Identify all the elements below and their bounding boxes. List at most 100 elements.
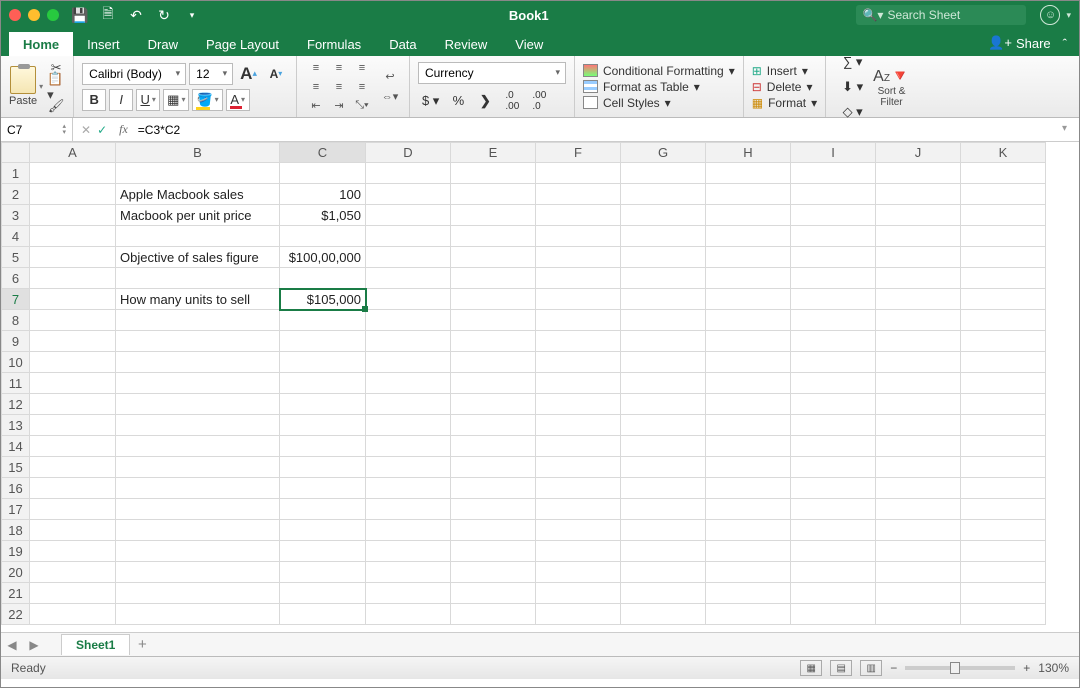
cell-H12[interactable] [706, 394, 791, 415]
cell-A14[interactable] [30, 436, 116, 457]
cell-I7[interactable] [791, 289, 876, 310]
cell-K14[interactable] [961, 436, 1046, 457]
cell-C9[interactable] [280, 331, 366, 352]
tab-home[interactable]: Home [9, 32, 73, 56]
cell-F6[interactable] [536, 268, 621, 289]
cell-K11[interactable] [961, 373, 1046, 394]
row-header-20[interactable]: 20 [2, 562, 30, 583]
row-header-18[interactable]: 18 [2, 520, 30, 541]
clear-button[interactable]: ◇ ▾ [838, 101, 867, 123]
cell-K19[interactable] [961, 541, 1046, 562]
cell-F1[interactable] [536, 163, 621, 184]
cell-C4[interactable] [280, 226, 366, 247]
cell-D16[interactable] [366, 478, 451, 499]
cell-E19[interactable] [451, 541, 536, 562]
cell-K16[interactable] [961, 478, 1046, 499]
cell-A12[interactable] [30, 394, 116, 415]
cell-I17[interactable] [791, 499, 876, 520]
cell-F21[interactable] [536, 583, 621, 604]
cell-E10[interactable] [451, 352, 536, 373]
cell-J14[interactable] [876, 436, 961, 457]
cell-D13[interactable] [366, 415, 451, 436]
cell-K4[interactable] [961, 226, 1046, 247]
cell-F2[interactable] [536, 184, 621, 205]
cell-B6[interactable] [116, 268, 280, 289]
cell-C20[interactable] [280, 562, 366, 583]
cell-H7[interactable] [706, 289, 791, 310]
share-button[interactable]: 👤+ Share ˆ [976, 30, 1079, 56]
page-break-view-button[interactable]: ▥ [860, 660, 882, 676]
cell-A21[interactable] [30, 583, 116, 604]
cell-K15[interactable] [961, 457, 1046, 478]
cell-A18[interactable] [30, 520, 116, 541]
cell-C5[interactable]: $100,00,000 [280, 247, 366, 268]
spreadsheet-grid[interactable]: ABCDEFGHIJK12Apple Macbook sales1003Macb… [1, 142, 1079, 632]
row-header-5[interactable]: 5 [2, 247, 30, 268]
cell-F17[interactable] [536, 499, 621, 520]
font-color-button[interactable]: A [226, 89, 250, 111]
cell-D14[interactable] [366, 436, 451, 457]
cell-E13[interactable] [451, 415, 536, 436]
cell-K6[interactable] [961, 268, 1046, 289]
tab-page-layout[interactable]: Page Layout [192, 32, 293, 56]
cell-H21[interactable] [706, 583, 791, 604]
cell-I15[interactable] [791, 457, 876, 478]
cell-H11[interactable] [706, 373, 791, 394]
tab-view[interactable]: View [501, 32, 557, 56]
align-middle-button[interactable]: ≡ [328, 59, 350, 76]
cell-F10[interactable] [536, 352, 621, 373]
cell-D1[interactable] [366, 163, 451, 184]
cell-I9[interactable] [791, 331, 876, 352]
col-header-A[interactable]: A [30, 143, 116, 163]
autosum-button[interactable]: ∑ ▾ [838, 51, 867, 73]
cell-E8[interactable] [451, 310, 536, 331]
cell-A10[interactable] [30, 352, 116, 373]
cell-K10[interactable] [961, 352, 1046, 373]
cell-styles-button[interactable]: Cell Styles ▾ [583, 96, 735, 110]
cell-B15[interactable] [116, 457, 280, 478]
name-box[interactable]: C7 ▴▾ [1, 118, 73, 141]
add-sheet-button[interactable]: + [130, 636, 154, 653]
orientation-button[interactable]: ⤡▾ [351, 97, 373, 114]
row-header-12[interactable]: 12 [2, 394, 30, 415]
wrap-text-button[interactable]: ↩ [379, 68, 401, 85]
cell-B20[interactable] [116, 562, 280, 583]
col-header-J[interactable]: J [876, 143, 961, 163]
cell-C22[interactable] [280, 604, 366, 625]
row-header-14[interactable]: 14 [2, 436, 30, 457]
cell-C19[interactable] [280, 541, 366, 562]
cell-H20[interactable] [706, 562, 791, 583]
cell-J22[interactable] [876, 604, 961, 625]
cell-H16[interactable] [706, 478, 791, 499]
cell-H13[interactable] [706, 415, 791, 436]
underline-button[interactable]: U [136, 89, 160, 111]
cell-I5[interactable] [791, 247, 876, 268]
col-header-C[interactable]: C [280, 143, 366, 163]
cell-A9[interactable] [30, 331, 116, 352]
cell-C10[interactable] [280, 352, 366, 373]
col-header-F[interactable]: F [536, 143, 621, 163]
cell-E15[interactable] [451, 457, 536, 478]
cell-A5[interactable] [30, 247, 116, 268]
cell-E6[interactable] [451, 268, 536, 289]
copy-icon[interactable]: 📋▾ [47, 79, 65, 95]
paste-button[interactable]: Paste [9, 66, 37, 107]
cell-G12[interactable] [621, 394, 706, 415]
formula-input[interactable]: =C3*C2 ▾ [132, 123, 1079, 137]
fill-color-button[interactable]: 🪣 [192, 89, 222, 111]
save-alt-icon[interactable]: 🗎 [99, 6, 117, 24]
cell-D3[interactable] [366, 205, 451, 226]
cell-E21[interactable] [451, 583, 536, 604]
cell-B11[interactable] [116, 373, 280, 394]
col-header-D[interactable]: D [366, 143, 451, 163]
cell-J5[interactable] [876, 247, 961, 268]
close-window[interactable] [9, 9, 21, 21]
confirm-formula-icon[interactable]: ✓ [97, 123, 107, 137]
row-header-13[interactable]: 13 [2, 415, 30, 436]
cell-A11[interactable] [30, 373, 116, 394]
row-header-6[interactable]: 6 [2, 268, 30, 289]
cell-G3[interactable] [621, 205, 706, 226]
cell-G1[interactable] [621, 163, 706, 184]
search-input[interactable]: 🔍▾ Search Sheet [856, 5, 1026, 25]
cell-E1[interactable] [451, 163, 536, 184]
